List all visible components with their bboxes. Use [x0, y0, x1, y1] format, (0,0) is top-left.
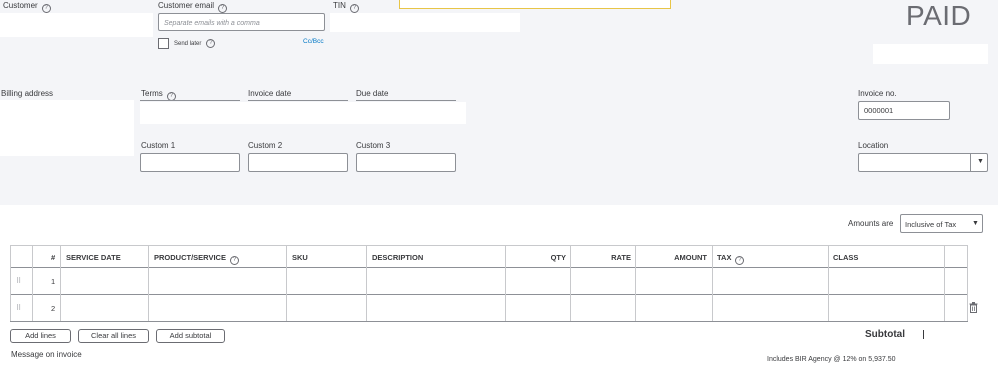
tin-label: TIN?	[333, 1, 359, 13]
table-header-border	[10, 267, 968, 268]
terms-field-underline	[140, 100, 240, 101]
col-divider	[505, 245, 506, 321]
terms-dates-field[interactable]	[140, 102, 466, 124]
col-divider	[10, 245, 11, 321]
tin-field[interactable]	[330, 13, 520, 32]
help-icon[interactable]: ?	[735, 256, 745, 265]
col-divider	[635, 245, 636, 321]
col-divider	[286, 245, 287, 321]
subtotal-label: Subtotal	[865, 329, 905, 340]
custom3-field[interactable]	[356, 153, 456, 172]
col-divider	[570, 245, 571, 321]
cc-bcc-link[interactable]: Cc/Bcc	[303, 38, 324, 45]
customer-email-field[interactable]: Separate emails with a comma	[158, 13, 325, 31]
col-divider	[828, 245, 829, 321]
col-divider	[366, 245, 367, 321]
send-later-row: Send later ?	[158, 38, 216, 49]
drag-handle-icon[interactable]: ⠿	[16, 277, 21, 285]
trash-icon[interactable]	[969, 302, 978, 313]
drag-handle-icon[interactable]: ⠿	[16, 304, 21, 312]
custom1-field[interactable]	[140, 153, 240, 172]
help-icon[interactable]: ?	[218, 4, 228, 13]
col-header-number: #	[51, 253, 56, 262]
custom1-label: Custom 1	[141, 141, 176, 150]
invoice-no-field[interactable]: 0000001	[858, 101, 950, 120]
select-divider	[970, 154, 971, 171]
due-date-label: Due date	[356, 89, 389, 98]
help-icon[interactable]: ?	[349, 4, 359, 13]
table-bottom-border	[10, 321, 968, 322]
dropdown-caret-icon: ▼	[977, 158, 984, 165]
col-header-tax: TAX?	[717, 253, 745, 265]
col-header-sku: SKU	[292, 253, 308, 262]
tax-inclusion-note: Includes BIR Agency @ 12% on 5,937.50	[767, 356, 896, 363]
col-divider	[60, 245, 61, 321]
invoice-date-label: Invoice date	[248, 89, 292, 98]
customer-label: Customer?	[3, 1, 51, 13]
amounts-are-value: Inclusive of Tax	[905, 220, 957, 229]
balance-box	[873, 44, 988, 64]
due-date-underline	[356, 100, 456, 101]
amounts-are-label: Amounts are	[848, 219, 894, 228]
email-placeholder: Separate emails with a comma	[164, 20, 260, 27]
table-row-border	[10, 294, 968, 295]
custom2-label: Custom 2	[248, 141, 283, 150]
col-divider	[967, 245, 968, 321]
col-header-amount: AMOUNT	[674, 253, 707, 262]
invoice-date-underline	[248, 100, 348, 101]
col-header-description: DESCRIPTION	[372, 253, 424, 262]
notification-banner	[399, 0, 671, 9]
custom2-field[interactable]	[248, 153, 348, 172]
col-header-rate: RATE	[611, 253, 631, 262]
billing-address-label: Billing address	[1, 89, 54, 98]
col-divider	[944, 245, 945, 321]
add-subtotal-button[interactable]: Add subtotal	[156, 329, 225, 343]
customer-select[interactable]	[0, 13, 153, 37]
col-header-product-service: PRODUCT/SERVICE?	[154, 253, 239, 265]
location-select[interactable]: ▼	[858, 153, 988, 172]
location-label: Location	[858, 141, 889, 150]
invoice-no-label: Invoice no.	[858, 89, 897, 98]
col-divider	[148, 245, 149, 321]
col-header-service-date: SERVICE DATE	[66, 253, 121, 262]
subtotal-value-cursor	[923, 330, 924, 339]
help-icon[interactable]: ?	[206, 39, 216, 48]
row-number: 2	[51, 304, 56, 313]
col-header-qty: QTY	[550, 253, 566, 262]
dropdown-caret-icon: ▼	[972, 220, 979, 227]
custom3-label: Custom 3	[356, 141, 391, 150]
col-divider	[32, 245, 33, 321]
invoice-no-value: 0000001	[864, 106, 894, 115]
col-divider	[712, 245, 713, 321]
help-icon[interactable]: ?	[229, 256, 239, 265]
add-lines-button[interactable]: Add lines	[10, 329, 71, 343]
paid-status: PAID	[906, 0, 972, 31]
message-on-invoice-label: Message on invoice	[11, 350, 82, 359]
row-number: 1	[51, 277, 56, 286]
customer-email-label: Customer email?	[158, 1, 228, 13]
col-header-class: CLASS	[833, 253, 859, 262]
send-later-label: Send later	[174, 40, 202, 47]
help-icon[interactable]: ?	[41, 4, 51, 13]
amounts-are-select[interactable]: Inclusive of Tax ▼	[900, 214, 983, 233]
table-top-border	[10, 245, 968, 246]
clear-all-lines-button[interactable]: Clear all lines	[78, 329, 149, 343]
send-later-checkbox[interactable]	[158, 38, 169, 49]
billing-address-field[interactable]	[0, 100, 134, 156]
